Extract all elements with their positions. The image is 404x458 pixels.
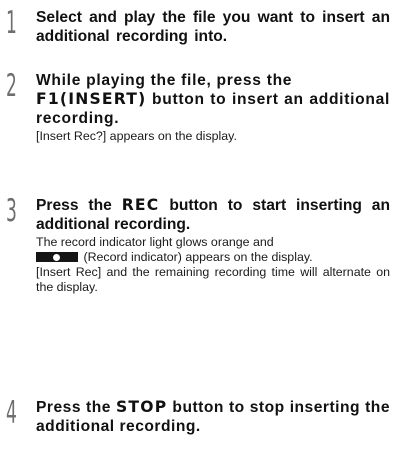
step-title: Press the STOP button to stop inserting … [36, 398, 390, 436]
step-content: Select and play the file you want to ins… [36, 8, 390, 46]
step-number: 2 [6, 68, 17, 104]
step-body: The record indicator light glows orange … [36, 235, 390, 295]
record-indicator-icon [36, 252, 78, 262]
step-number: 1 [6, 5, 17, 41]
stop-button-name: STOP [116, 398, 168, 416]
step-content: Press the STOP button to stop inserting … [36, 398, 390, 436]
step-title-text: While playing the file, press the [36, 72, 293, 89]
record-indicator-dot [53, 253, 60, 261]
insert-button-name: F1(INSERT) [36, 90, 147, 108]
step-title-text: Press the [36, 399, 116, 416]
step-number: 4 [6, 395, 17, 431]
step-body-text: The record indicator light glows orange … [36, 235, 274, 249]
rec-button-name: REC [121, 196, 160, 214]
step-content: While playing the file, press the F1(INS… [36, 71, 390, 144]
step-title-text: Press the [36, 197, 122, 214]
step-title: Press the REC button to start inserting … [36, 196, 390, 234]
step-title: While playing the file, press the F1(INS… [36, 71, 390, 128]
step-title: Select and play the file you want to ins… [36, 9, 390, 45]
step-content: Press the REC button to start inserting … [36, 196, 390, 295]
step-body-paragraph: [Insert Rec] and the remaining recording… [36, 265, 390, 294]
step-body-text: (Record indicator) appears on the displa… [80, 250, 313, 264]
step-number: 3 [6, 193, 17, 229]
step-note: [Insert Rec?] appears on the display. [36, 129, 237, 143]
step-body-paragraph: The record indicator light glows orange … [36, 235, 390, 265]
